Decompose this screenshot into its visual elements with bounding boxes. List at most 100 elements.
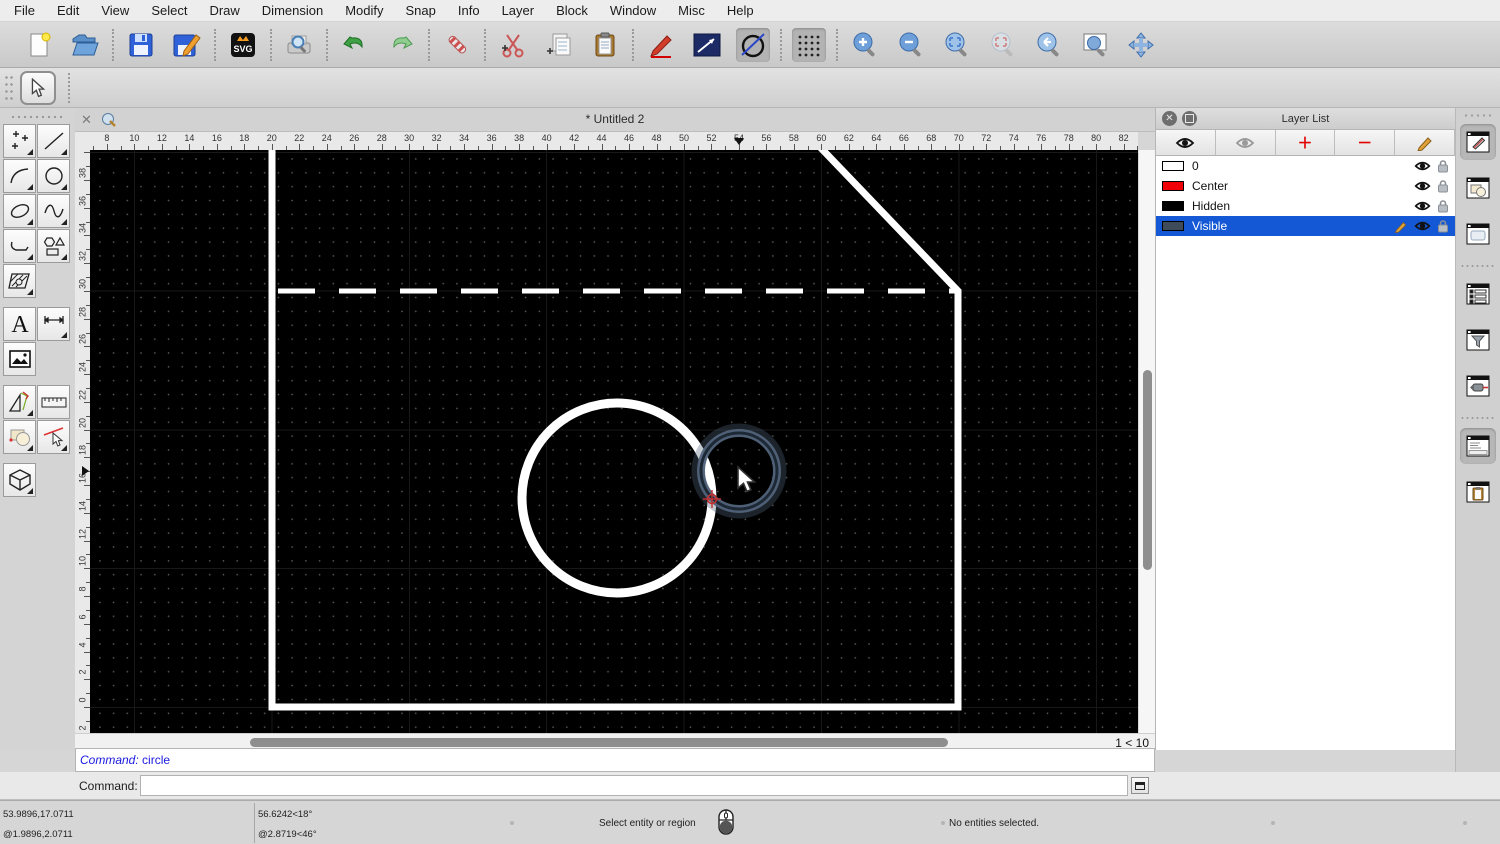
save-button[interactable] [124, 28, 158, 62]
paste-button[interactable] [588, 28, 622, 62]
entity-list-dock-button[interactable] [1460, 276, 1496, 312]
menu-snap[interactable]: Snap [406, 3, 436, 18]
layer-lock-icon[interactable] [1437, 179, 1449, 193]
library-browser-dock-button[interactable] [1460, 216, 1496, 252]
select-tool-button[interactable] [20, 70, 56, 105]
drawing-canvas[interactable] [90, 150, 1138, 733]
points-tool-button[interactable] [3, 124, 36, 158]
pen-button[interactable] [644, 28, 678, 62]
menu-file[interactable]: File [14, 3, 35, 18]
zoom-selection-button[interactable] [986, 28, 1020, 62]
layer-visible-icon[interactable] [1414, 200, 1431, 212]
new-document-button[interactable] [22, 28, 56, 62]
clipboard-dock-button[interactable] [1460, 474, 1496, 510]
line-tool-button[interactable] [37, 124, 70, 158]
measure-tool-button[interactable] [3, 385, 36, 419]
menu-info[interactable]: Info [458, 3, 480, 18]
menu-modify[interactable]: Modify [345, 3, 383, 18]
save-as-button[interactable] [170, 28, 204, 62]
zoom-out-button[interactable] [894, 28, 928, 62]
hide-all-layers-button[interactable] [1215, 130, 1276, 155]
layer-visible-icon[interactable] [1414, 220, 1431, 232]
zoom-pan-button[interactable] [1124, 28, 1158, 62]
export-svg-button[interactable]: SVG [226, 28, 260, 62]
panel-close-icon[interactable]: ✕ [1162, 111, 1177, 126]
hatch-tool-button[interactable] [3, 264, 36, 298]
menu-dimension[interactable]: Dimension [262, 3, 323, 18]
block-list-dock-button[interactable] [1460, 170, 1496, 206]
ellipse-icon [10, 204, 29, 218]
menu-misc[interactable]: Misc [678, 3, 705, 18]
circle-tool-button-palette[interactable] [37, 159, 70, 193]
edit-layer-button[interactable] [1395, 130, 1455, 155]
show-all-layers-button[interactable] [1156, 130, 1216, 155]
modify-attributes-button[interactable] [37, 420, 70, 454]
pen-palette-dock-button[interactable] [1460, 368, 1496, 404]
vertical-scrollbar-thumb[interactable] [1143, 370, 1152, 570]
ruler-label: 6 [77, 614, 88, 620]
line-settings-button[interactable] [690, 28, 724, 62]
cut-button[interactable] [496, 28, 530, 62]
ruler-label: 46 [624, 133, 635, 143]
layer-edit-icon[interactable] [1394, 220, 1408, 233]
polyline-tool-button[interactable] [3, 229, 36, 263]
dimension-tool-button[interactable] [37, 307, 70, 341]
measure-icon [8, 391, 29, 412]
command-widget-dock-button[interactable] [1460, 428, 1496, 464]
open-file-button[interactable] [68, 28, 102, 62]
menu-select[interactable]: Select [151, 3, 187, 18]
menu-draw[interactable]: Draw [209, 3, 239, 18]
layer-row-icons [1394, 219, 1455, 233]
delete-button[interactable] [440, 28, 474, 62]
remove-layer-button[interactable]: － [1335, 130, 1396, 155]
polygon-tool-button[interactable] [37, 229, 70, 263]
copy-button[interactable] [542, 28, 576, 62]
menu-edit[interactable]: Edit [57, 3, 79, 18]
panel-float-icon[interactable] [1182, 111, 1197, 126]
ruler-tool-button[interactable] [37, 385, 70, 419]
zoom-window-button[interactable] [1078, 28, 1112, 62]
arc-tool-button[interactable] [3, 159, 36, 193]
menu-help[interactable]: Help [727, 3, 754, 18]
palette-drag-handle[interactable] [9, 114, 66, 120]
horizontal-scrollbar-thumb[interactable] [250, 738, 948, 747]
order-tool-button[interactable] [3, 420, 36, 454]
menu-block[interactable]: Block [556, 3, 588, 18]
spline-tool-button[interactable] [37, 194, 70, 228]
layer-list-dock-button[interactable] [1460, 124, 1496, 160]
menu-layer[interactable]: Layer [502, 3, 535, 18]
layer-lock-icon[interactable] [1437, 219, 1449, 233]
dock-drag-handle[interactable] [1463, 113, 1493, 118]
layer-row-visible[interactable]: Visible [1156, 216, 1455, 236]
menu-window[interactable]: Window [610, 3, 656, 18]
ellipse-tool-button[interactable] [3, 194, 36, 228]
solid-tool-button[interactable] [3, 463, 36, 497]
menu-view[interactable]: View [101, 3, 129, 18]
selection-filter-dock-button[interactable] [1460, 322, 1496, 358]
layer-visible-icon[interactable] [1414, 160, 1431, 172]
image-tool-button[interactable] [3, 342, 36, 376]
zoom-in-button[interactable] [848, 28, 882, 62]
vertical-ruler: 20246810121416182022242628303234363840 [75, 150, 90, 733]
circle-tool-button[interactable] [736, 27, 770, 62]
text-tool-button[interactable]: A [3, 307, 36, 341]
layer-row-0[interactable]: 0 [1156, 156, 1455, 176]
layer-lock-icon[interactable] [1437, 199, 1449, 213]
save-icon [129, 33, 153, 56]
absolute-coordinates: 53.9896,17.0711 [3, 809, 74, 820]
toolbar-drag-handle[interactable] [4, 73, 14, 102]
undo-button[interactable] [338, 28, 372, 62]
layer-visible-icon[interactable] [1414, 180, 1431, 192]
command-options-button[interactable] [1131, 777, 1149, 794]
vertical-scrollbar[interactable] [1138, 150, 1155, 733]
command-input[interactable] [140, 775, 1128, 796]
layer-row-hidden[interactable]: Hidden [1156, 196, 1455, 216]
zoom-previous-button[interactable] [1032, 28, 1066, 62]
add-layer-button[interactable]: ＋ [1275, 130, 1336, 155]
print-preview-button[interactable] [282, 28, 316, 62]
snap-grid-button[interactable] [792, 27, 826, 62]
redo-button[interactable] [384, 28, 418, 62]
zoom-auto-button[interactable] [940, 28, 974, 62]
layer-lock-icon[interactable] [1437, 159, 1449, 173]
layer-row-center[interactable]: Center [1156, 176, 1455, 196]
